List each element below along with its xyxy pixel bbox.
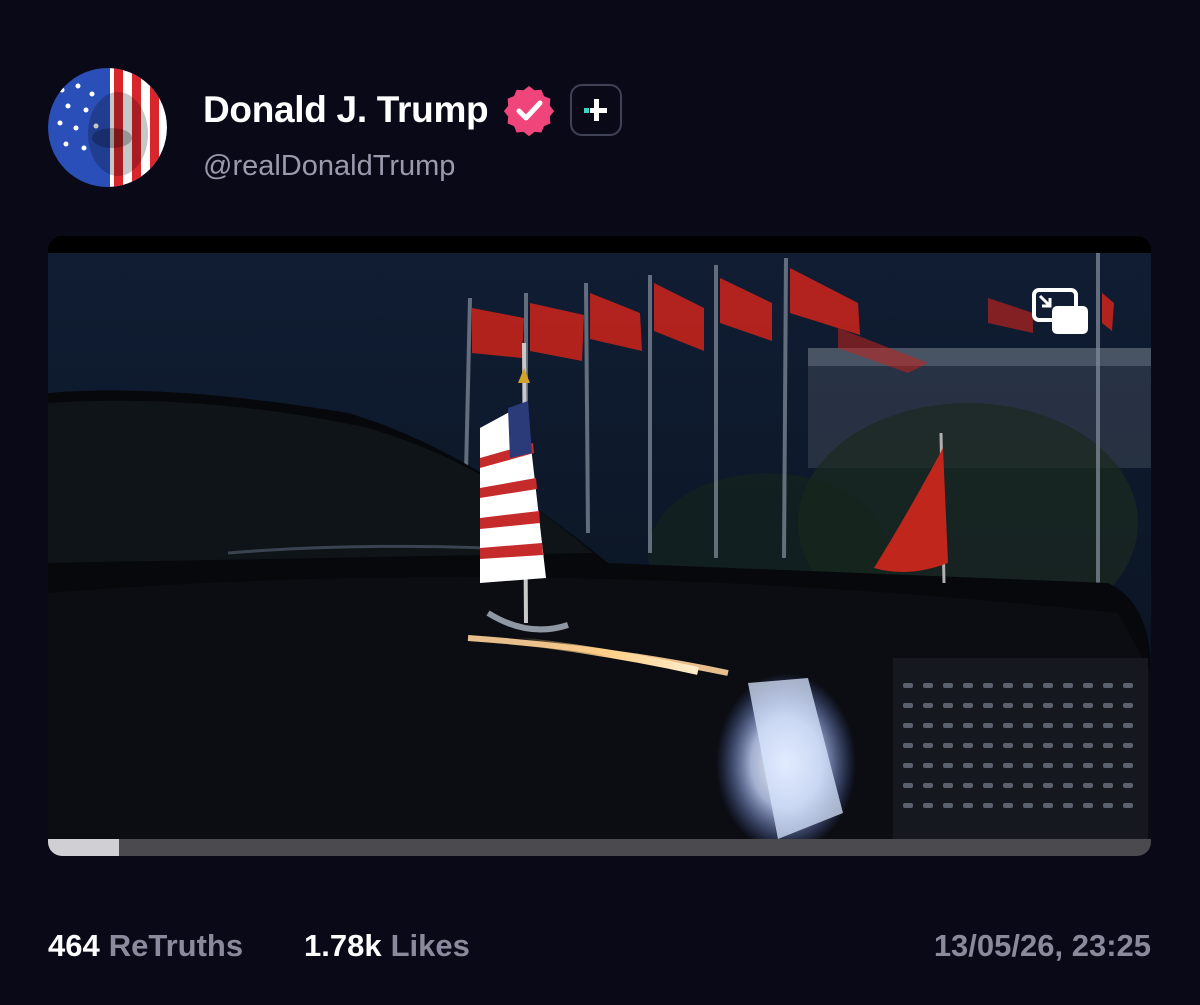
- retruths-stat[interactable]: 464 ReTruths: [48, 928, 243, 964]
- video-progress-bar[interactable]: [48, 839, 1151, 856]
- author-handle[interactable]: @realDonaldTrump: [203, 150, 455, 183]
- retruths-label: ReTruths: [108, 928, 244, 963]
- follow-button[interactable]: [570, 84, 623, 136]
- video-player[interactable]: [48, 236, 1151, 856]
- avatar-image: [48, 68, 167, 187]
- post-timestamp[interactable]: 13/05/26, 23:25: [934, 928, 1151, 964]
- video-progress-fill: [48, 839, 119, 856]
- author-display-name[interactable]: Donald J. Trump: [203, 89, 489, 131]
- likes-stat[interactable]: 1.78k Likes: [304, 928, 470, 964]
- plus-icon: [584, 99, 608, 121]
- picture-in-picture-icon: [1032, 288, 1088, 334]
- verified-badge-icon: [502, 83, 556, 137]
- video-frame[interactable]: [48, 253, 1151, 839]
- retruths-count: 464: [48, 928, 100, 963]
- post-stats: 464 ReTruths 1.78k Likes 13/05/26, 23:25: [48, 928, 1151, 968]
- truth-post: Donald J. Trump @realDonaldTrump 464 ReT…: [0, 0, 1200, 1005]
- picture-in-picture-button[interactable]: [1030, 286, 1092, 338]
- likes-label: Likes: [390, 928, 470, 963]
- avatar[interactable]: [48, 68, 167, 187]
- likes-count: 1.78k: [304, 928, 382, 963]
- author-name-row: Donald J. Trump: [203, 83, 623, 137]
